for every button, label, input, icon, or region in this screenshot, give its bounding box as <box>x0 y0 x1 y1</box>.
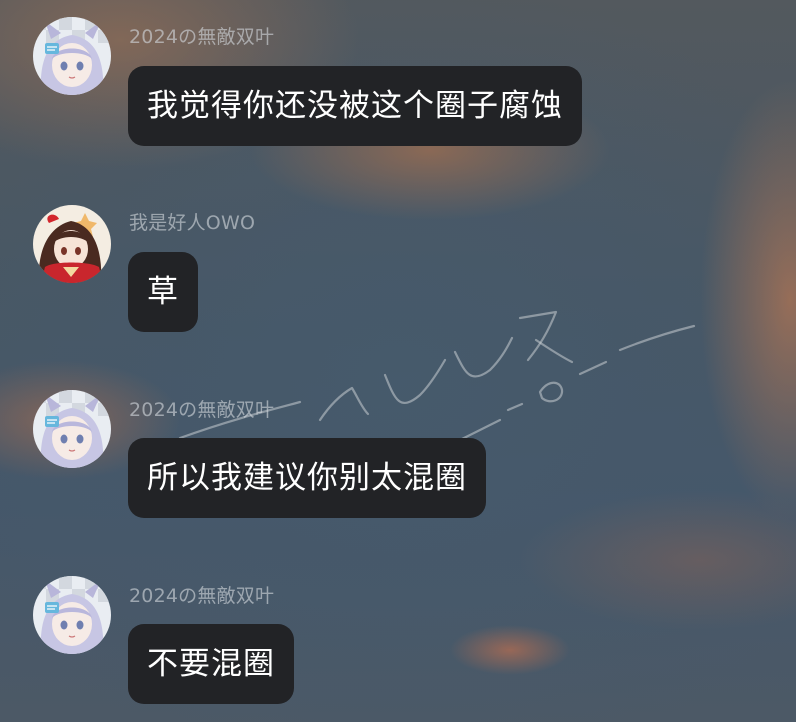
anime-girl-lavender-hair-avatar-icon[interactable] <box>33 17 111 95</box>
message-bubble[interactable]: 草 <box>128 252 198 332</box>
message-bubble[interactable]: 不要混圈 <box>128 624 294 704</box>
message-bubble[interactable]: 所以我建议你别太混圈 <box>128 438 486 518</box>
sender-name: 2024の無敵双叶 <box>129 26 275 48</box>
sender-name: 2024の無敵双叶 <box>129 585 275 607</box>
sender-name: 我是好人OWO <box>129 212 256 234</box>
anime-girl-lavender-hair-avatar-icon[interactable] <box>33 390 111 468</box>
sender-name: 2024の無敵双叶 <box>129 399 275 421</box>
anime-girl-red-outfit-avatar-icon[interactable] <box>33 205 111 283</box>
anime-girl-lavender-hair-avatar-icon[interactable] <box>33 576 111 654</box>
message-bubble[interactable]: 我觉得你还没被这个圈子腐蚀 <box>128 66 582 146</box>
